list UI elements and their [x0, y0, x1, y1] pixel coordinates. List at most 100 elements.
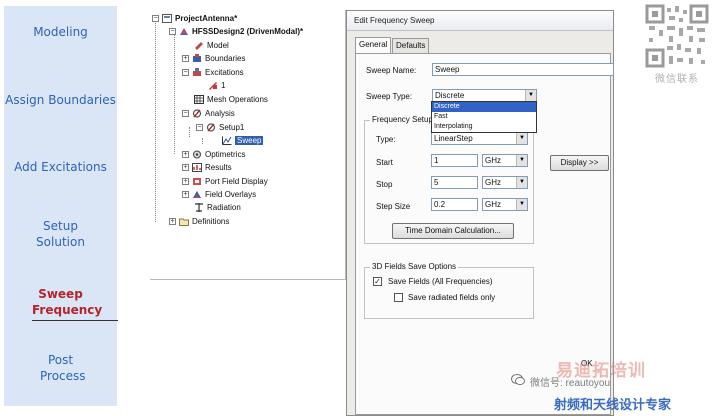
qr-caption: 微信联系	[655, 74, 699, 85]
expand-toggle[interactable]: +	[182, 163, 189, 171]
step-modeling[interactable]: Modeling	[4, 24, 117, 40]
tree-node-excitation-1[interactable]: 1	[208, 79, 225, 91]
qr-code-icon	[645, 4, 709, 68]
collapse-toggle[interactable]: −	[182, 109, 189, 117]
frequency-setup-title: Frequency Setup	[370, 115, 435, 124]
project-tree: − ProjectAntenna* − HFSSDesign2 (DrivenM…	[150, 10, 346, 280]
expand-toggle[interactable]: +	[182, 150, 189, 158]
tree-node-definitions[interactable]: + Definitions	[169, 215, 229, 227]
expand-toggle[interactable]: +	[182, 190, 189, 198]
type-select[interactable]: LinearStep ▼	[431, 132, 528, 145]
type-label: Type:	[376, 135, 396, 144]
dropdown-option-interpolating[interactable]: Interpolating	[432, 122, 536, 132]
save-radiated-label: Save radiated fields only	[408, 293, 496, 302]
tree-connector	[202, 138, 203, 144]
step-unit-select[interactable]: GHz ▼	[482, 198, 528, 211]
tree-node-sweep[interactable]: Sweep	[222, 134, 264, 146]
tree-label: Radiation	[207, 202, 241, 212]
tree-node-excitations[interactable]: − Excitations	[182, 66, 244, 78]
chevron-down-icon[interactable]: ▼	[516, 199, 527, 210]
tree-label-selected: Sweep	[235, 135, 264, 145]
chevron-down-icon[interactable]: ▼	[525, 90, 536, 101]
expand-toggle[interactable]: +	[182, 177, 189, 185]
stop-unit-value: GHz	[485, 178, 501, 187]
tree-label: Field Overlays	[205, 189, 257, 199]
chevron-down-icon[interactable]: ▼	[516, 155, 527, 166]
tree-node-model[interactable]: Model	[194, 39, 229, 51]
tree-node-boundaries[interactable]: + Boundaries	[182, 52, 245, 64]
chevron-down-icon[interactable]: ▼	[516, 133, 527, 144]
tree-label: ProjectAntenna*	[175, 13, 238, 23]
excitations-icon	[192, 67, 202, 77]
tree-node-mesh-operations[interactable]: Mesh Operations	[194, 93, 268, 105]
step-unit-value: GHz	[485, 200, 501, 209]
workflow-steps-panel: Modeling Assign Boundaries Add Excitatio…	[4, 6, 118, 406]
tree-label: Definitions	[192, 216, 230, 226]
collapse-toggle[interactable]: −	[182, 68, 189, 76]
sweep-type-label: Sweep Type:	[366, 92, 413, 101]
tree-node-results[interactable]: + Results	[182, 161, 232, 173]
project-icon	[162, 13, 172, 23]
wechat-icon	[511, 373, 525, 386]
save-radiated-checkbox[interactable]	[394, 293, 403, 302]
dropdown-option-discrete[interactable]: Discrete	[432, 102, 536, 112]
tree-label: HFSSDesign2 (DrivenModal)*	[192, 26, 304, 36]
tree-label: Optimetrics	[205, 149, 246, 159]
step-label: Sweep Frequency	[32, 287, 103, 317]
collapse-toggle[interactable]: −	[152, 14, 159, 22]
tree-label: Results	[205, 162, 232, 172]
step-size-input[interactable]: 0.2	[431, 198, 478, 211]
tree-node-analysis[interactable]: − Analysis	[182, 107, 235, 119]
port-field-icon	[192, 177, 202, 186]
mesh-icon	[194, 94, 204, 104]
step-label: Add Excitations	[14, 160, 107, 174]
tree-label: Boundaries	[205, 53, 246, 63]
tree-node-design[interactable]: − HFSSDesign2 (DrivenModal)*	[169, 25, 303, 37]
step-post-process[interactable]: Post Process	[4, 352, 117, 384]
step-label: Post Process	[40, 353, 86, 383]
tab-general[interactable]: General	[355, 37, 392, 53]
tree-node-project[interactable]: − ProjectAntenna*	[152, 12, 237, 24]
expand-toggle[interactable]: +	[169, 217, 176, 225]
collapse-toggle[interactable]: −	[196, 123, 203, 131]
sweep-type-value: Discrete	[435, 91, 465, 100]
display-button[interactable]: Display >>	[550, 155, 609, 171]
folder-icon	[179, 217, 189, 226]
tree-label: 1	[221, 80, 226, 90]
time-domain-calculation-button[interactable]: Time Domain Calculation...	[392, 223, 514, 239]
step-assign-boundaries[interactable]: Assign Boundaries	[4, 92, 117, 108]
watermark-subtitle: 射频和天线设计专家	[554, 397, 672, 412]
start-unit-value: GHz	[485, 156, 501, 165]
tree-node-port-field-display[interactable]: + Port Field Display	[182, 175, 268, 187]
sweep-name-label: Sweep Name:	[366, 66, 417, 75]
expand-toggle[interactable]: +	[182, 54, 189, 62]
dropdown-option-fast[interactable]: Fast	[432, 112, 536, 122]
sweep-name-input[interactable]: Sweep	[432, 63, 614, 76]
step-sweep-frequency[interactable]: Sweep Frequency	[4, 286, 118, 321]
save-fields-checkbox[interactable]: ✓	[373, 277, 382, 286]
start-input[interactable]: 1	[431, 154, 478, 167]
tree-node-field-overlays[interactable]: + Field Overlays	[182, 188, 256, 200]
tree-node-setup1[interactable]: − Setup1	[196, 121, 244, 133]
analysis-icon	[192, 108, 202, 118]
tree-label: Model	[207, 40, 229, 50]
port-icon	[208, 81, 218, 90]
step-setup-solution[interactable]: Setup Solution	[4, 218, 117, 250]
step-label: Setup Solution	[36, 219, 85, 249]
tab-defaults[interactable]: Defaults	[392, 38, 430, 53]
start-label: Start	[376, 158, 393, 167]
stop-input[interactable]: 5	[431, 176, 478, 189]
step-size-label: Step Size	[376, 202, 411, 211]
tree-label: Excitations	[205, 67, 244, 77]
radiation-icon	[194, 202, 204, 212]
collapse-toggle[interactable]: −	[169, 27, 176, 35]
step-add-excitations[interactable]: Add Excitations	[4, 159, 117, 175]
chevron-down-icon[interactable]: ▼	[516, 177, 527, 188]
tree-node-radiation[interactable]: Radiation	[194, 201, 241, 213]
save-fields-label: Save Fields (All Frequencies)	[388, 277, 493, 286]
tree-label: Mesh Operations	[207, 94, 268, 104]
results-icon	[192, 162, 202, 172]
stop-unit-select[interactable]: GHz ▼	[482, 176, 528, 189]
start-unit-select[interactable]: GHz ▼	[482, 154, 528, 167]
tree-node-optimetrics[interactable]: + Optimetrics	[182, 148, 245, 160]
